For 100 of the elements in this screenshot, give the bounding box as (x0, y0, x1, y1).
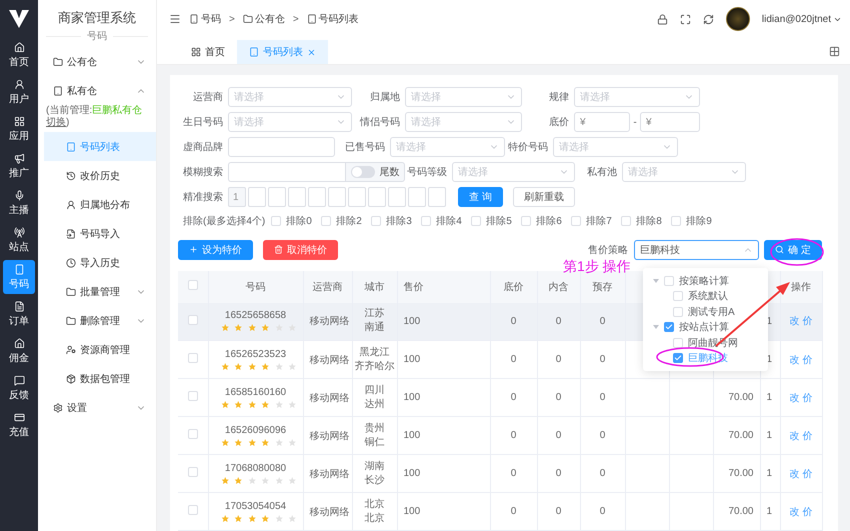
user-menu[interactable]: lidian@020jtnet (762, 14, 842, 24)
star-icon (288, 362, 296, 370)
file-import-icon (66, 228, 76, 238)
strategy-select[interactable]: 巨鹏科技 (634, 240, 760, 260)
current-warehouse-note: (当前管理:巨鹏私有仓 切换) (45, 105, 144, 130)
close-icon[interactable] (307, 48, 316, 56)
column-header: 预存 (592, 282, 612, 292)
menu-item[interactable]: 删除管理 (44, 306, 156, 335)
column-header: 城市 (364, 282, 384, 292)
rail-item[interactable]: 充值 (3, 408, 35, 442)
rail-item[interactable]: 应用 (3, 112, 35, 146)
cancel-special-button[interactable]: 取消特价 (263, 240, 338, 260)
package-icon (66, 374, 76, 384)
rail-item[interactable]: 首页 (3, 38, 35, 72)
exclude-option[interactable]: 排除3 (371, 214, 422, 228)
digit-field[interactable] (388, 187, 406, 207)
table-cell: 0 (600, 392, 606, 403)
rail-item[interactable]: 站点 (3, 223, 35, 257)
tablet-icon (306, 14, 317, 24)
rail-item[interactable]: 号码 (3, 260, 35, 294)
reset-button[interactable]: 刷新重载 (512, 187, 575, 207)
table-cell: 70.00 (728, 430, 754, 441)
exclude-option[interactable]: 排除2 (321, 214, 372, 228)
menu-item[interactable]: 导入历史 (44, 248, 156, 277)
grid-icon[interactable] (829, 46, 840, 56)
rail-item[interactable]: 主播 (3, 186, 35, 220)
digit-field[interactable] (408, 187, 426, 207)
toggle-switch[interactable] (350, 166, 374, 178)
checkbox[interactable] (673, 353, 683, 364)
price-field[interactable]: ¥ (640, 112, 700, 132)
menu-group[interactable]: 公有仓 (38, 47, 156, 76)
digit-field[interactable] (428, 187, 446, 207)
avatar[interactable] (726, 7, 750, 31)
caret-icon[interactable] (653, 278, 659, 284)
menu-item[interactable]: 号码导入 (44, 219, 156, 248)
refresh-icon[interactable] (702, 14, 714, 24)
menu-item[interactable]: 资源商管理 (44, 335, 156, 364)
exclude-option[interactable]: 排除8 (621, 214, 672, 228)
input-field[interactable] (228, 137, 335, 157)
field-label: 规律 (548, 91, 570, 104)
exclude-option[interactable]: 排除9 (671, 214, 722, 228)
select-all-checkbox[interactable] (188, 280, 198, 290)
fullscreen-icon[interactable] (680, 14, 691, 24)
digit-field[interactable] (248, 187, 266, 207)
table-cell: 100 (404, 392, 420, 403)
exclude-option[interactable]: 排除5 (471, 214, 522, 228)
rail-item[interactable]: 佣金 (3, 334, 35, 368)
table-cell: 0 (556, 392, 562, 403)
checkbox[interactable] (664, 322, 674, 332)
digit-field[interactable] (268, 187, 286, 207)
menu-icon[interactable] (169, 13, 181, 25)
field-label: 虚商品牌 (182, 140, 224, 154)
table-cell: 0 (600, 354, 606, 365)
table-cell: 黑龙江 齐齐哈尔 (354, 346, 394, 374)
phone-number: 16525658658 (224, 310, 288, 322)
breadcrumb-item[interactable]: 公有仓 (242, 12, 285, 26)
antenna-icon (14, 226, 24, 238)
table-cell: 0 (556, 468, 562, 479)
table-cell: 四川 达州 (364, 384, 384, 412)
price-field[interactable]: ¥ (574, 112, 630, 132)
rail-item[interactable]: 推广 (3, 149, 35, 183)
menu-item[interactable]: 批量管理 (44, 277, 156, 306)
tab[interactable]: 首页 (179, 40, 237, 64)
tree-node[interactable]: 按站点计算 (649, 320, 762, 335)
digit-field[interactable] (368, 187, 386, 207)
query-button[interactable]: 查 询 (458, 187, 503, 207)
breadcrumb-item[interactable]: 号码列表 (306, 12, 359, 26)
table-cell: 移动网络 (310, 430, 350, 442)
menu-group[interactable]: 设置 (38, 393, 156, 422)
highlight-ellipse (770, 238, 824, 266)
rail-item[interactable]: 反馈 (3, 371, 35, 405)
digit-field[interactable] (328, 187, 346, 207)
rail-item[interactable]: 订单 (3, 297, 35, 331)
digit-field[interactable] (348, 187, 366, 207)
set-special-button[interactable]: 设为特价 (178, 240, 253, 260)
star-icon (274, 476, 283, 484)
exclude-option[interactable]: 排除6 (521, 214, 572, 228)
menu-item[interactable]: 数据包管理 (44, 364, 156, 393)
switch-link[interactable]: 切换 (46, 117, 66, 128)
tree-node[interactable]: 系统默认 (649, 288, 762, 304)
tree-node[interactable]: 测试专用A (649, 304, 762, 320)
phone-number: 16526096096 (224, 424, 288, 436)
confirm-button[interactable]: 确 定 (764, 240, 822, 260)
tree-node[interactable]: 按策略计算 (649, 273, 762, 288)
column-header: 售价 (404, 282, 424, 292)
menu-item[interactable]: 改价历史 (44, 161, 156, 190)
exclude-option[interactable]: 排除4 (421, 214, 472, 228)
digit-field[interactable] (308, 187, 326, 207)
exclude-option[interactable]: 排除0 (271, 214, 322, 228)
star-icon (220, 514, 229, 522)
search-field[interactable] (228, 162, 345, 182)
breadcrumb-separator: > (229, 14, 235, 24)
breadcrumb-item[interactable]: 号码 (189, 12, 221, 26)
menu-item[interactable]: 归属地分布 (44, 190, 156, 219)
rail-item[interactable]: 用户 (3, 75, 35, 109)
lock-icon[interactable] (656, 14, 668, 24)
menu-group[interactable]: 私有仓 (38, 76, 156, 105)
digit-field[interactable] (288, 187, 306, 207)
caret-icon[interactable] (653, 324, 659, 330)
exclude-option[interactable]: 排除7 (571, 214, 622, 228)
